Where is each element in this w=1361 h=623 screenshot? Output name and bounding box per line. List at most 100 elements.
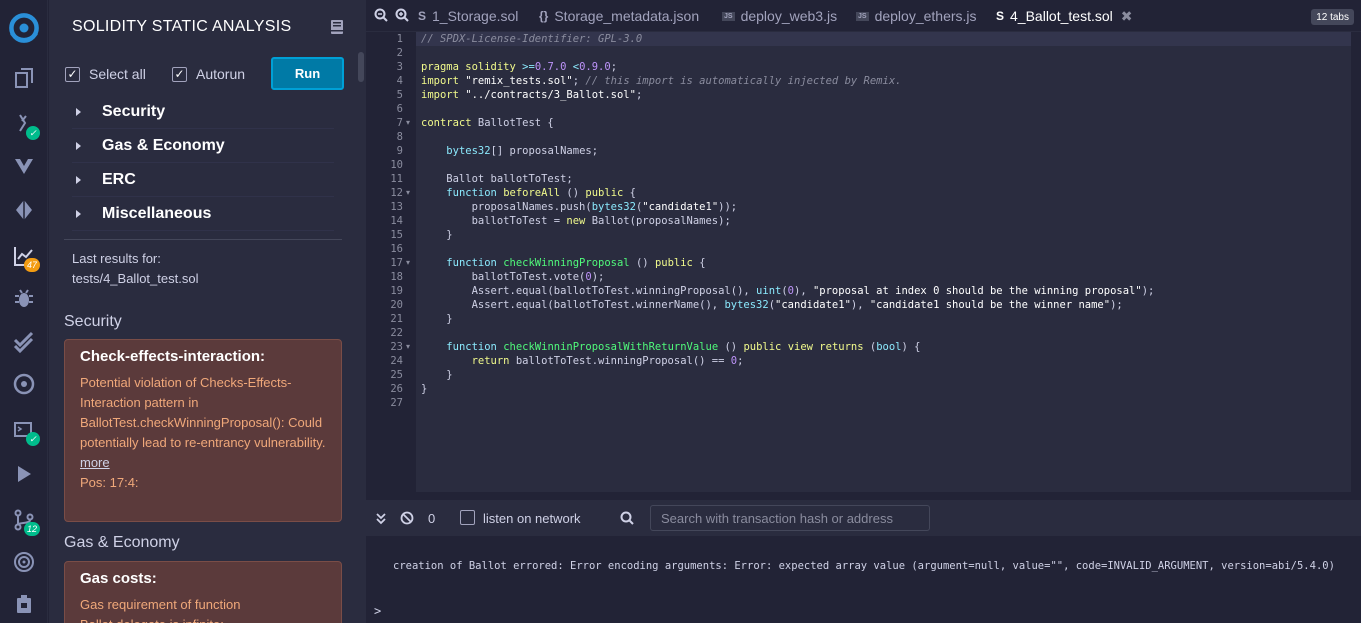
tab-label: deploy_web3.js bbox=[740, 8, 838, 24]
line-number: 2 bbox=[396, 47, 403, 59]
js-file-icon: JS bbox=[856, 11, 869, 21]
zoom-out-icon[interactable] bbox=[374, 8, 388, 22]
close-tab-icon[interactable]: ✖ bbox=[1121, 8, 1133, 25]
category-label: Gas & Economy bbox=[102, 136, 225, 154]
listen-network-checkbox[interactable] bbox=[460, 510, 475, 525]
icon-bar: ✓ 47 ✓ 12 bbox=[0, 0, 48, 623]
git-icon[interactable]: 12 bbox=[8, 504, 40, 536]
line-number: 27 bbox=[390, 397, 403, 409]
tab-deploy-web3[interactable]: JS deploy_web3.js bbox=[722, 0, 837, 32]
terminal-toolbar: 0 listen on network Search with transact… bbox=[366, 500, 1361, 536]
panel-scrollbar[interactable] bbox=[356, 0, 366, 623]
line-number: 10 bbox=[390, 159, 403, 171]
line-number: 12 bbox=[390, 187, 403, 199]
warning-description: Potential violation of Checks-Effects-In… bbox=[80, 375, 326, 450]
warning-title: Gas costs: bbox=[80, 570, 157, 587]
category-gas-economy[interactable]: Gas & Economy bbox=[72, 129, 334, 163]
select-all-label: Select all bbox=[89, 66, 146, 82]
play-icon[interactable] bbox=[8, 458, 40, 490]
caret-right-icon bbox=[76, 175, 81, 184]
terminal-plugin-icon[interactable]: ✓ bbox=[8, 414, 40, 446]
fold-arrow-icon[interactable]: ▾ bbox=[406, 186, 410, 200]
json-file-icon: {} bbox=[539, 9, 549, 23]
warning-title: Check-effects-interaction: bbox=[80, 348, 266, 365]
line-number: 17 bbox=[390, 257, 403, 269]
transaction-search-input[interactable]: Search with transaction hash or address bbox=[650, 505, 930, 531]
tab-4-ballot-test[interactable]: S 4_Ballot_test.sol ✖ bbox=[996, 0, 1132, 32]
clear-terminal-icon[interactable] bbox=[400, 511, 414, 525]
category-erc[interactable]: ERC bbox=[72, 163, 334, 197]
solidity-compiler-icon[interactable]: ✓ bbox=[8, 108, 40, 140]
line-number: 1 bbox=[396, 33, 403, 45]
deploy-run-icon[interactable] bbox=[8, 194, 40, 226]
plugin-manager-icon[interactable] bbox=[8, 546, 40, 578]
run-button[interactable]: Run bbox=[271, 57, 344, 90]
autorun-label: Autorun bbox=[196, 66, 246, 82]
line-number: 4 bbox=[396, 75, 403, 87]
tab-storage-metadata[interactable]: {} Storage_metadata.json bbox=[539, 0, 699, 32]
line-number: 20 bbox=[390, 299, 403, 311]
solidity-file-icon: S bbox=[418, 9, 427, 23]
warning-description: Gas requirement of function Ballot.deleg… bbox=[80, 597, 241, 623]
line-number: 15 bbox=[390, 229, 403, 241]
select-all-checkbox[interactable]: ✓ Select all bbox=[65, 66, 146, 82]
line-number: 11 bbox=[390, 173, 403, 185]
settings-icon[interactable] bbox=[8, 588, 40, 620]
editor-tab-bar: S 1_Storage.sol {} Storage_metadata.json… bbox=[366, 0, 1361, 32]
tab-1-storage[interactable]: S 1_Storage.sol bbox=[418, 0, 518, 32]
scrollbar-thumb[interactable] bbox=[358, 52, 364, 82]
line-number: 3 bbox=[396, 61, 403, 73]
vyper-icon[interactable] bbox=[8, 150, 40, 182]
compiler-ok-badge: ✓ bbox=[26, 126, 40, 140]
security-warning-card: Check-effects-interaction: Potential vio… bbox=[64, 339, 342, 522]
tab-count-badge[interactable]: 12 tabs bbox=[1311, 9, 1354, 25]
autorun-check-icon[interactable]: ✓ bbox=[172, 66, 187, 82]
zoom-in-icon[interactable] bbox=[395, 8, 409, 22]
category-label: ERC bbox=[102, 170, 136, 188]
documentation-icon[interactable] bbox=[331, 20, 343, 34]
tab-label: deploy_ethers.js bbox=[874, 8, 977, 24]
warning-position[interactable]: Pos: 17:4: bbox=[80, 473, 326, 493]
autorun-checkbox[interactable]: ✓ Autorun bbox=[172, 66, 245, 82]
code-editor[interactable]: 1 2 3 4 5 6 7 ▾ 8 9 10 11 12 ▾ 13 14 15 16 17 ▾ 18 19 20 21 22 23… bbox=[366, 32, 1361, 492]
line-number: 5 bbox=[396, 89, 403, 101]
line-number: 6 bbox=[396, 103, 403, 115]
debugger-icon[interactable] bbox=[8, 282, 40, 314]
security-heading: Security bbox=[64, 313, 122, 330]
line-number: 22 bbox=[390, 327, 403, 339]
tab-label: Storage_metadata.json bbox=[554, 8, 700, 24]
line-number: 9 bbox=[396, 145, 403, 157]
line-number: 18 bbox=[390, 271, 403, 283]
collapse-terminal-icon[interactable] bbox=[374, 511, 388, 525]
terminal-ok-badge: ✓ bbox=[26, 432, 40, 446]
panel-title: SOLIDITY STATIC ANALYSIS bbox=[72, 18, 292, 35]
caret-right-icon bbox=[76, 107, 81, 116]
last-results-file: tests/4_Ballot_test.sol bbox=[72, 271, 199, 286]
js-file-icon: JS bbox=[722, 11, 735, 21]
more-link[interactable]: more bbox=[80, 453, 326, 473]
remix-ide: ✓ 47 ✓ 12 SOLIDITY STATIC ANALYSIS ✓ Sel… bbox=[0, 0, 1361, 623]
unit-testing-icon[interactable] bbox=[8, 326, 40, 358]
last-results-label: Last results for: bbox=[72, 251, 161, 266]
terminal-prompt[interactable]: > bbox=[374, 604, 381, 618]
remix-logo-icon[interactable] bbox=[4, 8, 44, 48]
select-all-check-icon[interactable]: ✓ bbox=[65, 66, 80, 82]
fold-arrow-icon[interactable]: ▾ bbox=[406, 256, 410, 270]
fold-arrow-icon[interactable]: ▾ bbox=[406, 340, 410, 354]
terminal-output[interactable]: creation of Ballot errored: Error encodi… bbox=[366, 536, 1361, 623]
file-explorer-icon[interactable] bbox=[8, 62, 40, 94]
tab-deploy-ethers[interactable]: JS deploy_ethers.js bbox=[856, 0, 977, 32]
category-label: Security bbox=[102, 102, 166, 120]
static-analysis-icon[interactable]: 47 bbox=[8, 240, 40, 272]
editor-scrollbar[interactable] bbox=[1351, 32, 1361, 492]
category-security[interactable]: Security bbox=[72, 95, 334, 129]
panel-divider bbox=[64, 239, 342, 240]
static-analysis-panel: SOLIDITY STATIC ANALYSIS ✓ Select all ✓ … bbox=[49, 0, 356, 623]
fold-arrow-icon[interactable]: ▾ bbox=[406, 116, 410, 130]
code-content[interactable]: // SPDX-License-Identifier: GPL-3.0 prag… bbox=[421, 32, 1154, 410]
line-number: 19 bbox=[390, 285, 403, 297]
category-miscellaneous[interactable]: Miscellaneous bbox=[72, 197, 334, 231]
line-number: 26 bbox=[390, 383, 403, 395]
gas-heading: Gas & Economy bbox=[64, 534, 180, 551]
ethereum-plugin-icon[interactable] bbox=[8, 368, 40, 400]
